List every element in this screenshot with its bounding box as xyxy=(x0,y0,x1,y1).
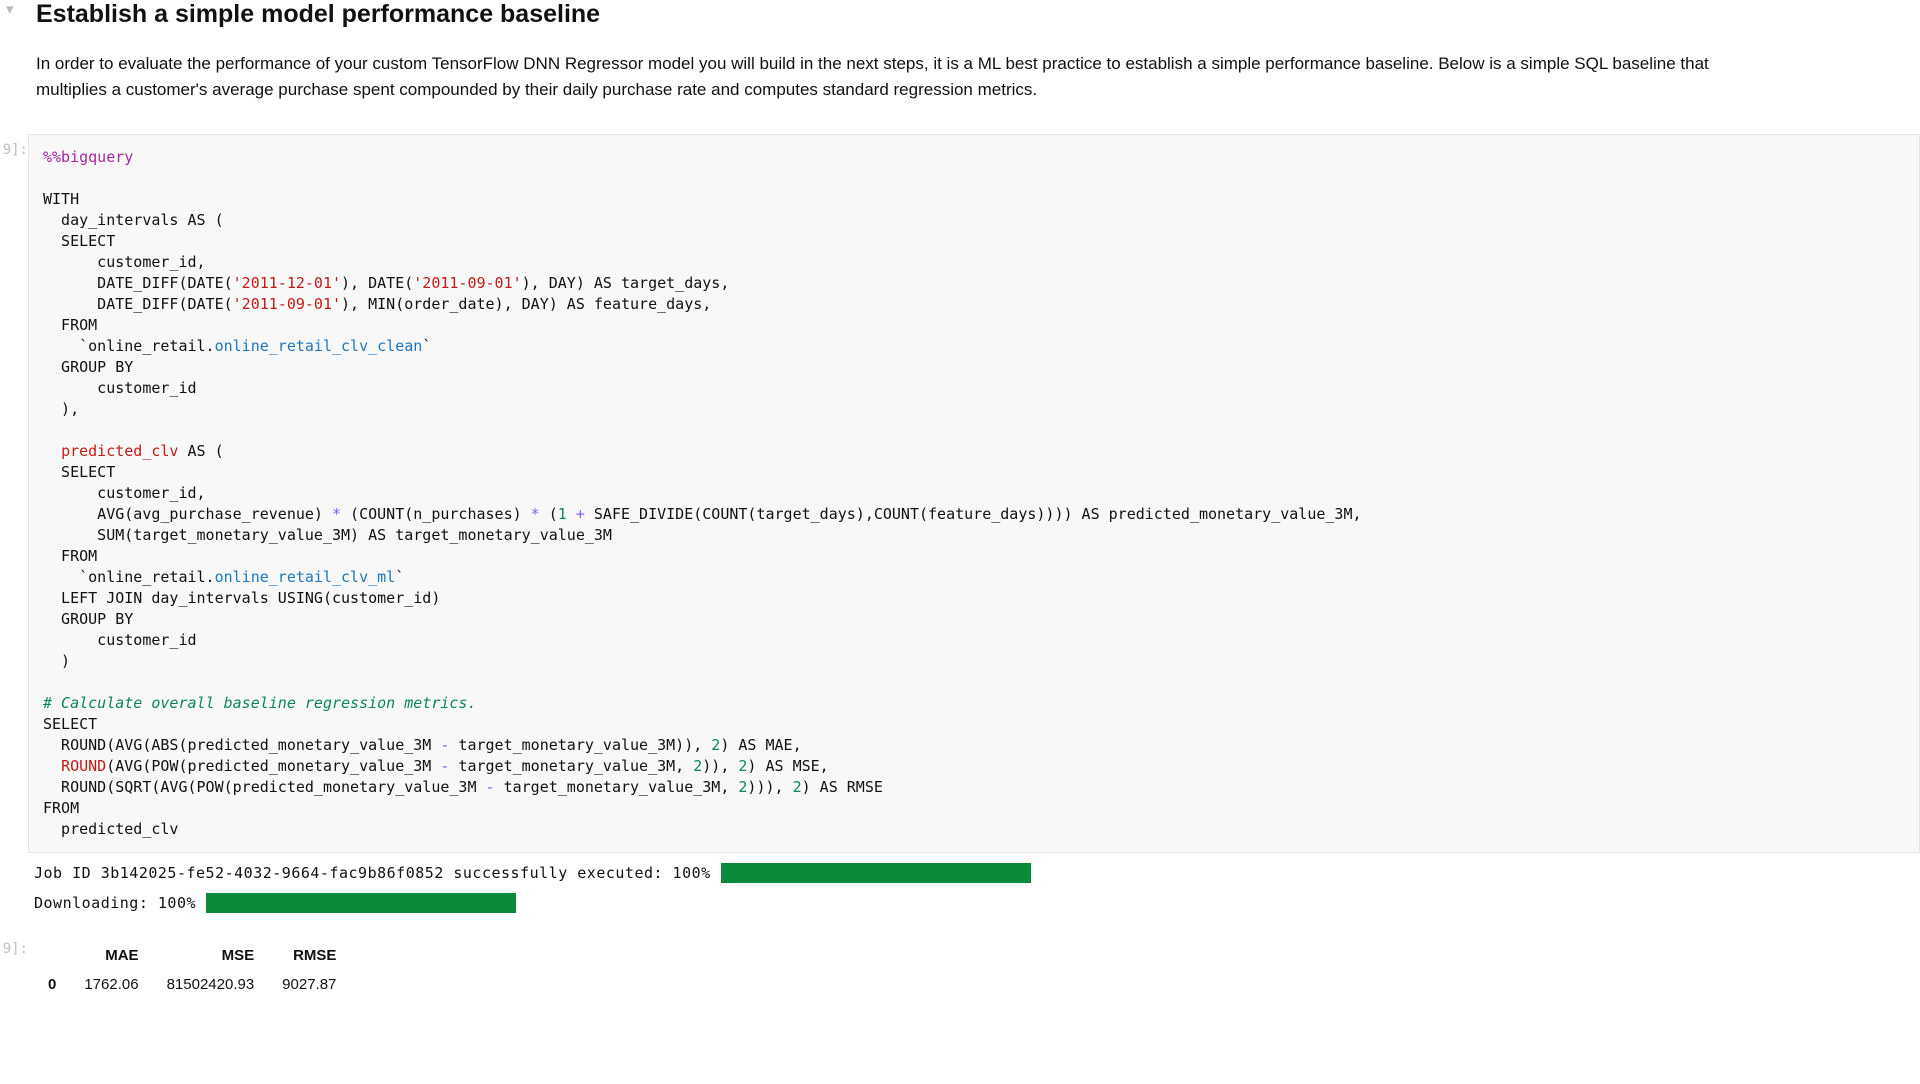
code-line: FROM xyxy=(43,799,79,817)
code-line: AS ( xyxy=(178,442,223,460)
code-line: ) AS MAE, xyxy=(720,736,801,754)
cell-magic: %%bigquery xyxy=(43,148,133,166)
string-literal: '2011-12-01' xyxy=(233,274,341,292)
code-line: ) AS RMSE xyxy=(802,778,883,796)
string-literal: '2011-09-01' xyxy=(413,274,521,292)
download-progress-bar xyxy=(206,893,516,913)
code-line: ROUND(SQRT(AVG(POW(predicted_monetary_va… xyxy=(43,778,486,796)
output-prompt: 9]: xyxy=(0,933,28,957)
result-output-cell: 9]: MAE MSE RMSE 0 1762.06 81502420.93 9… xyxy=(0,933,1920,999)
code-line: target_monetary_value_3M)), xyxy=(449,736,711,754)
code-line: AVG(avg_purchase_revenue) xyxy=(43,505,332,523)
code-line xyxy=(43,442,61,460)
cte-name: predicted_clv xyxy=(61,442,178,460)
code-line: ) xyxy=(43,652,70,670)
cell-mae: 1762.06 xyxy=(70,970,152,999)
code-line: SAFE_DIVIDE(COUNT(target_days),COUNT(fea… xyxy=(585,505,1362,523)
markdown-cell: ▾ Establish a simple model performance b… xyxy=(0,0,1920,122)
code-line: WITH xyxy=(43,190,79,208)
code-line: ) AS MSE, xyxy=(747,757,828,775)
code-line: ROUND(AVG(ABS(predicted_monetary_value_3… xyxy=(43,736,440,754)
code-line: DATE_DIFF(DATE( xyxy=(43,295,233,313)
cell-mse: 81502420.93 xyxy=(153,970,269,999)
operator: - xyxy=(486,778,495,796)
download-status-text: Downloading: 100% xyxy=(34,894,196,912)
code-line: ))), xyxy=(747,778,792,796)
operator: + xyxy=(576,505,585,523)
code-line: SELECT xyxy=(43,463,115,481)
code-editor[interactable]: %%bigquery WITH day_intervals AS ( SELEC… xyxy=(28,134,1920,853)
code-line: ` xyxy=(422,337,431,355)
code-line: SELECT xyxy=(43,232,115,250)
code-line: target_monetary_value_3M, xyxy=(449,757,693,775)
code-line: ` xyxy=(395,568,404,586)
output-cell: Job ID 3b142025-fe52-4032-9664-fac9b86f0… xyxy=(0,863,1920,923)
code-line: GROUP BY xyxy=(43,358,133,376)
number: 1 xyxy=(558,505,567,523)
section-description: In order to evaluate the performance of … xyxy=(36,51,1726,104)
table-ref: online_retail_clv_ml xyxy=(215,568,396,586)
code-line: ), xyxy=(43,400,79,418)
table-header-row: MAE MSE RMSE xyxy=(34,941,350,970)
operator: * xyxy=(332,505,341,523)
code-line: FROM xyxy=(43,547,97,565)
code-line: ), DAY) AS target_days, xyxy=(522,274,730,292)
code-line: FROM xyxy=(43,316,97,334)
code-line: customer_id, xyxy=(43,484,206,502)
col-index xyxy=(34,941,70,970)
col-mae: MAE xyxy=(70,941,152,970)
builtin: ROUND xyxy=(61,757,106,775)
section-heading: Establish a simple model performance bas… xyxy=(36,0,1920,29)
code-line: `online_retail. xyxy=(43,337,215,355)
code-line: customer_id xyxy=(43,631,197,649)
input-prompt: 9]: xyxy=(0,134,28,853)
code-line: SELECT xyxy=(43,715,97,733)
code-line: )), xyxy=(702,757,738,775)
code-line: predicted_clv xyxy=(43,820,178,838)
code-line: (COUNT(n_purchases) xyxy=(341,505,531,523)
code-line xyxy=(43,757,61,775)
code-line: day_intervals AS ( xyxy=(43,211,224,229)
comment: # Calculate overall baseline regression … xyxy=(43,694,476,712)
code-line: ( xyxy=(540,505,558,523)
job-status-line: Job ID 3b142025-fe52-4032-9664-fac9b86f0… xyxy=(34,863,1920,883)
col-rmse: RMSE xyxy=(268,941,350,970)
row-index: 0 xyxy=(34,970,70,999)
table-row: 0 1762.06 81502420.93 9027.87 xyxy=(34,970,350,999)
code-line: customer_id, xyxy=(43,253,206,271)
number: 2 xyxy=(693,757,702,775)
col-mse: MSE xyxy=(153,941,269,970)
job-progress-bar xyxy=(721,863,1031,883)
code-line: ), DATE( xyxy=(341,274,413,292)
code-line: DATE_DIFF(DATE( xyxy=(43,274,233,292)
string-literal: '2011-09-01' xyxy=(233,295,341,313)
code-line: LEFT JOIN day_intervals USING(customer_i… xyxy=(43,589,440,607)
number: 2 xyxy=(711,736,720,754)
code-line: customer_id xyxy=(43,379,197,397)
code-line: target_monetary_value_3M, xyxy=(495,778,739,796)
download-status-line: Downloading: 100% xyxy=(34,893,1920,913)
job-status-text: Job ID 3b142025-fe52-4032-9664-fac9b86f0… xyxy=(34,864,711,882)
operator: * xyxy=(531,505,540,523)
code-line: `online_retail. xyxy=(43,568,215,586)
code-line xyxy=(567,505,576,523)
collapse-toggle-icon[interactable]: ▾ xyxy=(6,0,14,18)
code-line: GROUP BY xyxy=(43,610,133,628)
result-table: MAE MSE RMSE 0 1762.06 81502420.93 9027.… xyxy=(34,941,350,999)
code-line: (AVG(POW(predicted_monetary_value_3M xyxy=(106,757,440,775)
code-line: SUM(target_monetary_value_3M) AS target_… xyxy=(43,526,612,544)
cell-rmse: 9027.87 xyxy=(268,970,350,999)
table-ref: online_retail_clv_clean xyxy=(215,337,423,355)
code-line: ), MIN(order_date), DAY) AS feature_days… xyxy=(341,295,711,313)
number: 2 xyxy=(793,778,802,796)
output-prompt-spacer xyxy=(0,863,28,871)
code-input-cell: 9]: %%bigquery WITH day_intervals AS ( S… xyxy=(0,134,1920,853)
